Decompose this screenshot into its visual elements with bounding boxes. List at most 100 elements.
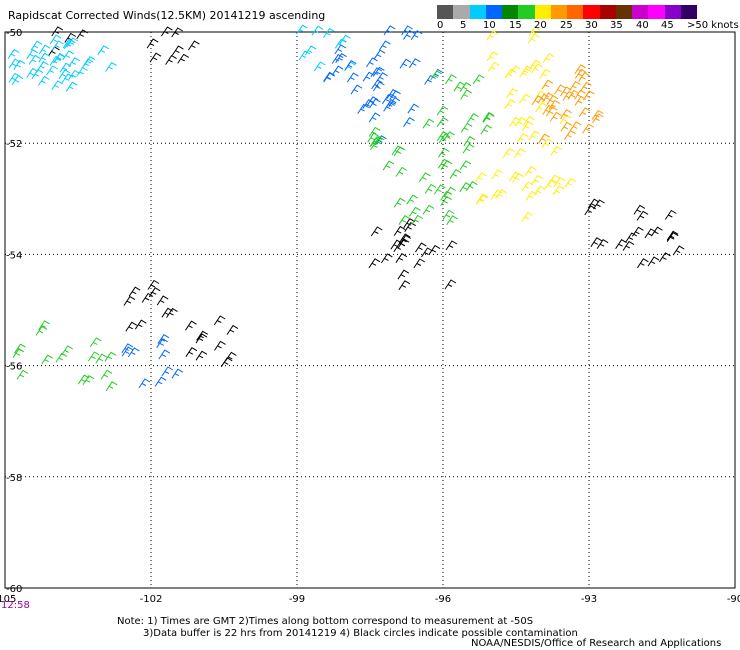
wind-barb	[460, 89, 472, 100]
wind-barb	[459, 160, 472, 171]
wind-barb	[411, 214, 423, 225]
y-tick-label: -54	[6, 250, 22, 261]
wind-barb	[36, 61, 49, 71]
wind-barb	[366, 57, 378, 68]
wind-barb	[362, 71, 375, 82]
wind-barb	[383, 25, 396, 36]
wind-barb	[622, 240, 635, 251]
scale-swatch	[518, 5, 535, 19]
scale-swatch	[680, 5, 697, 19]
wind-chart: -105-102-99-96-93-90-50-52-54-56-58-60	[0, 24, 740, 605]
wind-barb	[460, 122, 473, 133]
wind-barb	[445, 240, 458, 251]
wind-barb	[569, 121, 582, 132]
wind-barb	[11, 75, 24, 85]
wind-barb	[580, 81, 592, 92]
scale-label: 10	[483, 20, 496, 31]
scale-label: 25	[560, 20, 573, 31]
wind-barb	[413, 258, 426, 269]
wind-barb	[513, 148, 526, 159]
wind-barb	[424, 183, 437, 194]
wind-barb	[7, 48, 20, 59]
wind-barb	[51, 26, 64, 37]
wind-barb	[213, 315, 226, 326]
wind-barb	[370, 226, 383, 237]
wind-barb	[177, 53, 189, 64]
wind-barb	[650, 226, 663, 237]
wind-barb	[350, 84, 363, 95]
wind-barb	[549, 111, 562, 122]
notes: Note: 1) Times are GMT 2)Times along bot…	[117, 616, 578, 640]
wind-barb	[55, 352, 68, 363]
wind-barb	[146, 38, 159, 49]
credit-line: NOAA/NESDIS/Office of Research and Appli…	[471, 638, 722, 649]
wind-barb	[395, 166, 408, 177]
wind-barb	[368, 258, 381, 269]
wind-barb	[550, 145, 562, 156]
wind-barb	[185, 320, 197, 331]
note-line-1: Note: 1) Times are GMT 2)Times along bot…	[117, 616, 534, 627]
x-tick-label: -102	[140, 594, 163, 605]
wind-barb	[436, 105, 449, 116]
wind-barb	[331, 65, 344, 76]
wind-barb	[437, 147, 450, 158]
wind-barb	[12, 348, 25, 359]
wind-barb	[436, 117, 449, 127]
wind-barb	[51, 80, 63, 91]
wind-barb	[370, 140, 382, 151]
wind-barb	[382, 160, 395, 171]
scale-label: 30	[585, 20, 598, 31]
wind-barb	[185, 347, 198, 357]
wind-barb	[82, 375, 95, 385]
wind-barb	[156, 295, 169, 306]
wind-barb	[403, 117, 415, 127]
wind-barb	[393, 225, 406, 236]
wind-barb	[459, 82, 472, 92]
scale-swatch	[437, 5, 454, 19]
wind-barb	[593, 199, 605, 210]
wind-barb	[672, 245, 685, 256]
scale-swatch	[469, 5, 486, 19]
scale-swatch	[599, 5, 616, 19]
wind-barb	[508, 65, 521, 76]
scale-swatch	[615, 5, 632, 19]
wind-barb	[61, 345, 73, 356]
wind-barb	[406, 194, 419, 205]
wind-barb	[128, 286, 141, 297]
wind-barb	[46, 65, 58, 76]
wind-barb	[541, 138, 554, 149]
wind-barb	[541, 79, 554, 90]
wind-barb	[105, 381, 118, 392]
x-tick-label: -93	[581, 594, 597, 605]
wind-barb	[442, 209, 455, 220]
wind-barb	[395, 253, 408, 263]
wind-barb	[100, 369, 113, 380]
wind-speed-color-scale	[437, 5, 697, 19]
wind-barb	[26, 49, 39, 60]
wind-barb	[226, 324, 239, 335]
wind-barb	[554, 84, 566, 95]
wind-barb	[311, 25, 324, 36]
wind-barb	[636, 258, 649, 269]
wind-barb	[37, 75, 50, 86]
wind-barb	[519, 93, 531, 104]
wind-barb	[346, 72, 359, 83]
wind-barb	[491, 169, 504, 180]
wind-barb	[195, 350, 208, 361]
wind-barb	[422, 118, 435, 129]
scale-swatch	[567, 5, 584, 19]
wind-barb	[445, 74, 457, 85]
wind-barb	[553, 177, 566, 188]
wind-barb	[527, 33, 540, 44]
wind-barb	[596, 239, 609, 249]
wind-barb	[65, 81, 78, 92]
wind-barb	[62, 50, 75, 61]
wind-barb	[462, 143, 475, 154]
wind-barb	[141, 292, 154, 303]
wind-barb	[521, 181, 534, 192]
y-tick-label: -56	[6, 362, 22, 373]
scale-swatch	[550, 5, 567, 19]
wind-barb	[105, 61, 117, 72]
wind-barb	[528, 130, 541, 141]
scale-swatch	[583, 5, 600, 19]
